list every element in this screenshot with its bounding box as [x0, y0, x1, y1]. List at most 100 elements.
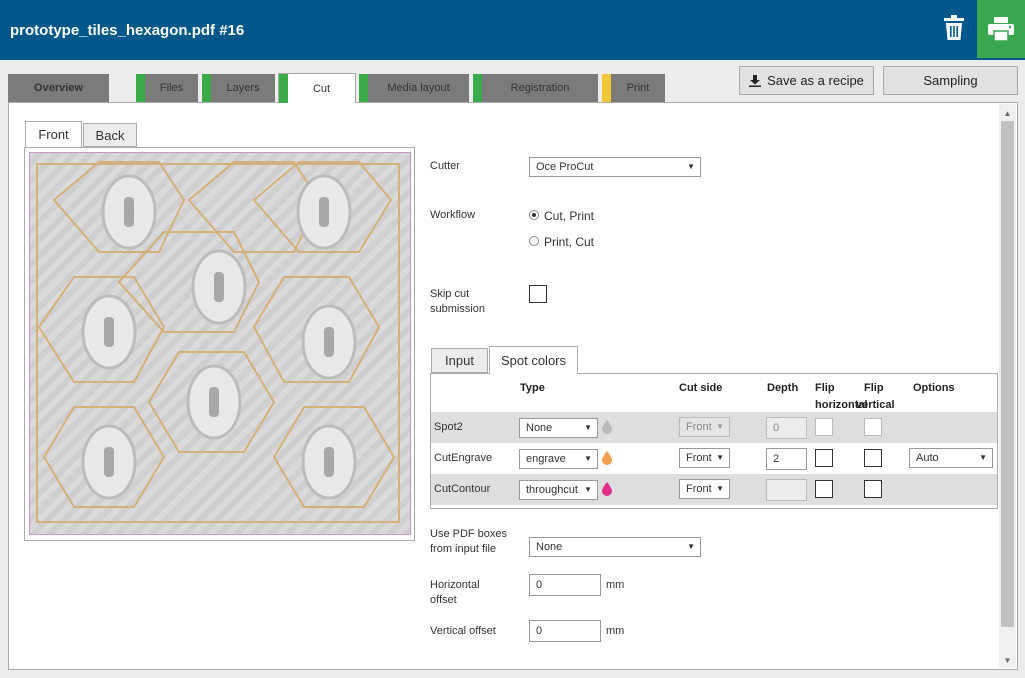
trash-icon — [944, 15, 964, 40]
pdf-boxes-label-line1: Use PDF boxes — [430, 528, 508, 540]
scrollbar-thumb[interactable] — [1001, 121, 1014, 627]
tab-label: Files — [159, 82, 184, 94]
cut-side-value: Front — [686, 483, 712, 495]
depth-input[interactable]: 2 — [766, 448, 807, 470]
cutter-value: Oce ProCut — [536, 161, 594, 173]
scroll-down-arrow[interactable]: ▼ — [1001, 654, 1014, 666]
cut-side-value: Front — [686, 421, 712, 433]
options-select[interactable]: Auto ▼ — [909, 448, 993, 468]
tab-label: Back — [95, 127, 125, 143]
tab-cut[interactable]: Cut — [278, 73, 356, 103]
flip-vertical-checkbox[interactable] — [864, 418, 882, 436]
cutter-label: Cutter — [430, 160, 460, 172]
type-select[interactable]: engrave ▼ — [519, 449, 598, 469]
tab-label: Registration — [510, 82, 570, 94]
workflow-label: Workflow — [430, 209, 476, 221]
cut-side-select[interactable]: Front ▼ — [679, 448, 730, 468]
cut-side-select[interactable]: Front ▼ — [679, 417, 730, 437]
dropdown-arrow-icon: ▼ — [716, 422, 724, 431]
tab-layers[interactable]: Layers — [202, 74, 275, 102]
horizontal-offset-label-line2: offset — [430, 594, 457, 606]
workflow-radio-cut-print[interactable] — [529, 210, 539, 220]
tab-label: Layers — [226, 82, 260, 94]
row-name: CutEngrave — [434, 452, 493, 464]
save-recipe-button[interactable]: Save as a recipe — [739, 66, 874, 95]
vertical-offset-value: 0 — [536, 625, 543, 637]
flip-vertical-checkbox[interactable] — [864, 480, 882, 498]
printer-icon — [988, 17, 1014, 41]
drop-icon — [602, 451, 612, 465]
tab-media-layout[interactable]: Media layout — [359, 74, 469, 102]
dropdown-arrow-icon: ▼ — [584, 454, 592, 463]
tab-label: Cut — [312, 82, 331, 95]
type-value: throughcut — [526, 484, 578, 496]
tab-label: Front — [38, 127, 69, 142]
delete-button[interactable] — [934, 8, 974, 48]
sampling-button[interactable]: Sampling — [883, 66, 1018, 95]
cutter-select[interactable]: Oce ProCut ▼ — [529, 157, 701, 177]
skip-cut-label-line1: Skip cut — [430, 288, 470, 300]
depth-value: 2 — [773, 453, 780, 465]
tab-overview[interactable]: Overview — [8, 74, 109, 102]
type-value: None — [526, 422, 553, 434]
drop-icon — [602, 420, 612, 434]
options-value: Auto — [916, 452, 939, 464]
cut-side-select[interactable]: Front ▼ — [679, 479, 730, 499]
tab-status-stripe — [136, 74, 145, 102]
flip-horizontal-checkbox[interactable] — [815, 480, 833, 498]
header-type: Type — [520, 382, 545, 394]
preview-image — [29, 152, 411, 535]
header-options: Options — [913, 382, 955, 394]
preview-tab-front[interactable]: Front — [25, 121, 82, 147]
dropdown-arrow-icon: ▼ — [979, 453, 987, 462]
dropdown-arrow-icon: ▼ — [716, 453, 724, 462]
depth-input[interactable]: 0 — [766, 417, 807, 439]
flip-vertical-checkbox[interactable] — [864, 449, 882, 467]
tab-label: Media layout — [387, 82, 450, 94]
pdf-boxes-label-line2: from input file — [430, 543, 497, 555]
horizontal-offset-label-line1: Horizontal — [430, 579, 480, 591]
tab-status-stripe — [602, 74, 611, 102]
header-cut-side: Cut side — [679, 382, 723, 394]
tab-label: Input — [445, 353, 474, 368]
dropdown-arrow-icon: ▼ — [716, 484, 724, 493]
dropdown-arrow-icon: ▼ — [687, 162, 695, 171]
horizontal-offset-input[interactable]: 0 — [529, 574, 601, 596]
preview-tab-back[interactable]: Back — [83, 123, 137, 147]
title-bar: prototype_tiles_hexagon.pdf #16 — [0, 0, 1025, 60]
row-name: Spot2 — [434, 421, 463, 433]
tab-label: Spot colors — [500, 353, 567, 368]
window-title: prototype_tiles_hexagon.pdf #16 — [10, 22, 245, 39]
tab-status-stripe — [359, 74, 368, 102]
tab-status-stripe — [202, 74, 211, 102]
dropdown-arrow-icon: ▼ — [687, 542, 695, 551]
tab-files[interactable]: Files — [136, 74, 198, 102]
header-depth: Depth — [767, 382, 799, 394]
dropdown-arrow-icon: ▼ — [584, 485, 592, 494]
flip-horizontal-checkbox[interactable] — [815, 449, 833, 467]
vertical-offset-input[interactable]: 0 — [529, 620, 601, 642]
flip-horizontal-checkbox[interactable] — [815, 418, 833, 436]
header-flip-horizontal-line1: Flip — [815, 382, 835, 394]
pdf-boxes-select[interactable]: None ▼ — [529, 537, 701, 557]
type-select[interactable]: None ▼ — [519, 418, 598, 438]
tab-input[interactable]: Input — [431, 348, 488, 373]
workflow-radio-print-cut[interactable] — [529, 236, 539, 246]
header-flip-vertical-line1: Flip — [864, 382, 884, 394]
tab-registration[interactable]: Registration — [473, 74, 598, 102]
type-select[interactable]: throughcut ▼ — [519, 480, 598, 500]
skip-cut-checkbox[interactable] — [529, 285, 547, 303]
tab-spot-colors[interactable]: Spot colors — [489, 346, 578, 374]
depth-value: 0 — [773, 422, 780, 434]
type-value: engrave — [526, 453, 566, 465]
cut-side-value: Front — [686, 452, 712, 464]
vertical-offset-label: Vertical offset — [430, 625, 496, 637]
skip-cut-label-line2: submission — [430, 303, 486, 315]
horizontal-offset-unit: mm — [606, 579, 625, 591]
tab-print[interactable]: Print — [602, 74, 665, 102]
print-button[interactable] — [977, 0, 1025, 58]
depth-input[interactable] — [766, 479, 807, 501]
scroll-up-arrow[interactable]: ▲ — [1001, 107, 1014, 119]
row-name: CutContour — [434, 483, 491, 495]
tab-label: Overview — [34, 82, 83, 94]
